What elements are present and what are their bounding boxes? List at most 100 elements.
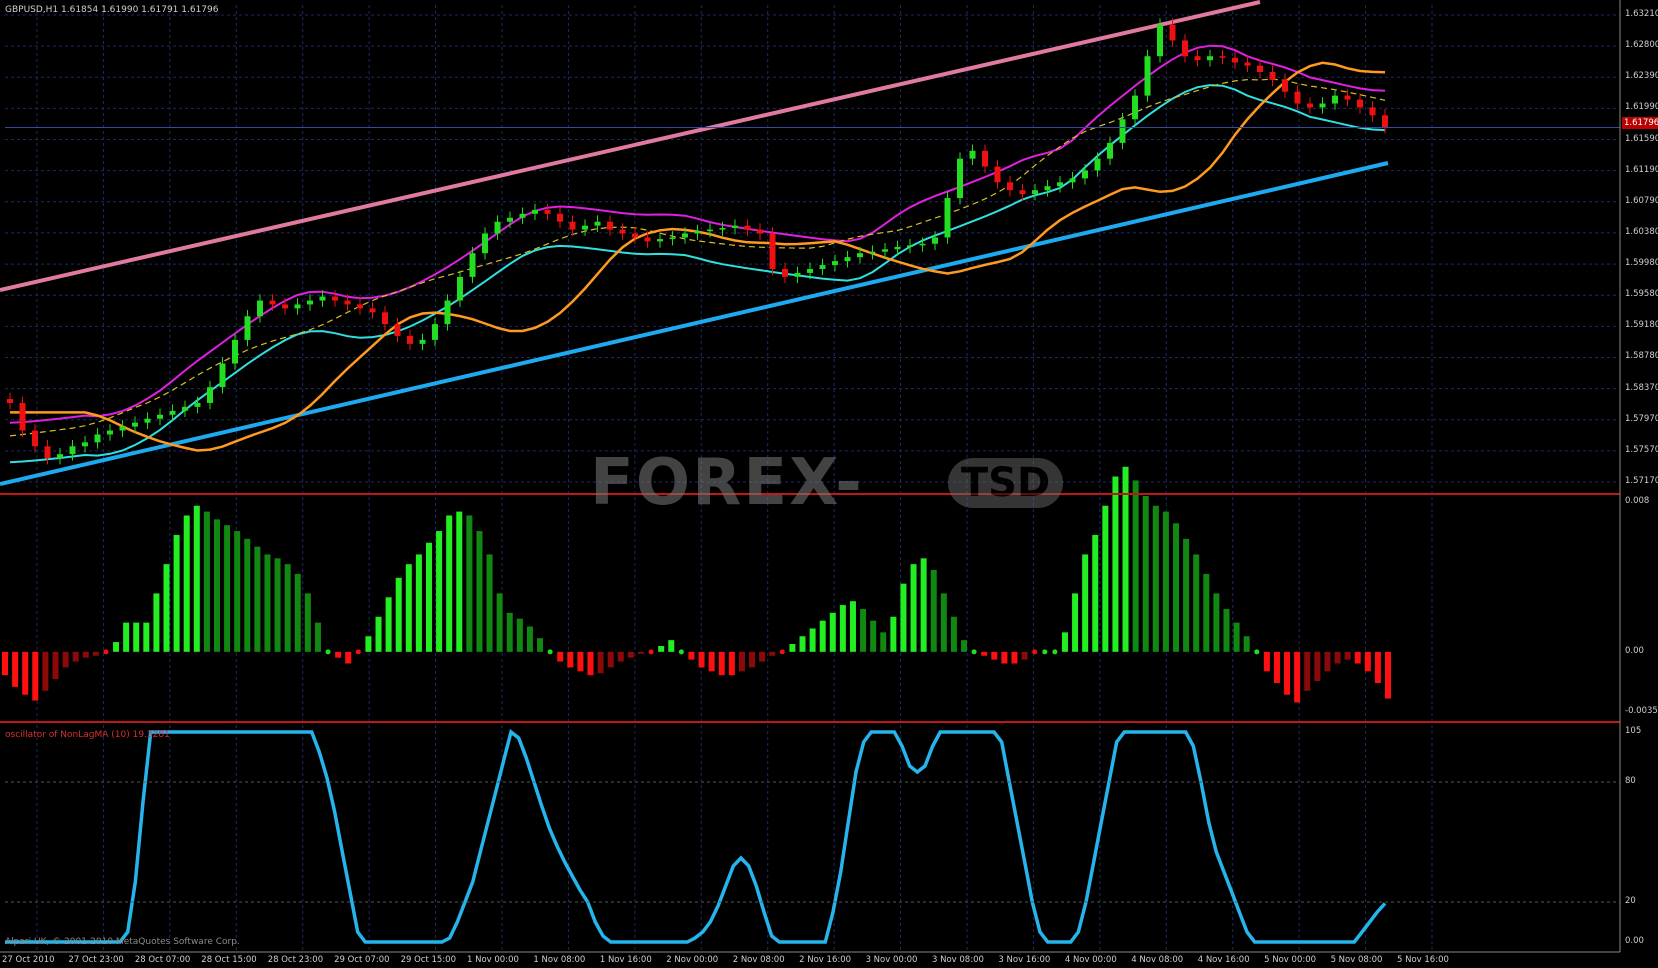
- candle-bull: [1157, 24, 1163, 57]
- candle-bull: [319, 296, 326, 301]
- hist-bar-negative: [698, 651, 705, 668]
- candle-bull: [857, 253, 863, 258]
- candle-bull: [794, 272, 801, 277]
- candle-bear: [382, 312, 388, 325]
- candle-bear: [394, 324, 401, 336]
- hist-bar-positive: [940, 593, 947, 652]
- support-trendline[interactable]: [0, 161, 1389, 486]
- candle-bull: [194, 402, 201, 407]
- price-axis-label: 1.59580: [1625, 289, 1658, 300]
- candle-bull: [932, 237, 938, 244]
- hist-bar-negative: [708, 651, 715, 672]
- price-axis-label: 1.61990: [1625, 102, 1658, 113]
- candle-bear: [982, 150, 988, 167]
- oscillator-pane: [5, 728, 1620, 944]
- candle-bull: [119, 426, 126, 431]
- candle-bear: [1194, 56, 1201, 61]
- candle-bear: [32, 430, 38, 447]
- candle-bull: [719, 228, 726, 230]
- hist-bar-negative: [759, 651, 766, 662]
- candle-bear: [1269, 71, 1276, 80]
- hist-bar-positive: [930, 570, 937, 652]
- hist-bar-negative: [1385, 651, 1391, 699]
- candle-bear: [1219, 56, 1226, 58]
- candle-bull: [132, 422, 138, 427]
- candle-bull: [1044, 186, 1051, 191]
- candle-bull: [957, 158, 963, 199]
- hist-bar-positive: [1061, 632, 1068, 652]
- hist-bar-positive: [294, 573, 301, 652]
- hist-bar-positive: [789, 644, 796, 652]
- price-axis-label: 1.61190: [1625, 164, 1658, 175]
- candle-bull: [232, 339, 238, 364]
- hist-bar-positive: [385, 597, 392, 652]
- candle-bear: [1244, 62, 1251, 66]
- hist-zero-dot: [678, 649, 684, 655]
- candle-bull: [944, 198, 951, 238]
- hist-bar-positive: [123, 622, 130, 652]
- candle-bull: [432, 324, 438, 340]
- hist-bar-negative: [607, 651, 614, 668]
- candle-bull: [869, 251, 876, 254]
- hist-bar-positive: [1183, 538, 1190, 652]
- time-axis-label: 3 Nov 00:00: [865, 955, 918, 965]
- hist-bar-positive: [133, 622, 140, 652]
- hist-bar-negative: [1294, 651, 1301, 703]
- hist-bar-negative: [627, 651, 634, 658]
- hist-bar-positive: [163, 564, 170, 652]
- hist-bar-negative: [1374, 651, 1381, 683]
- candle-bull: [419, 339, 426, 344]
- candle-bear: [782, 268, 788, 277]
- candle-bull: [94, 434, 101, 443]
- candle-bull: [919, 243, 926, 246]
- watermark-logo: FOREX-: [590, 446, 864, 520]
- hist-bar-positive: [506, 612, 513, 652]
- candle-bull: [657, 239, 663, 242]
- hist-bar-positive: [1223, 608, 1230, 652]
- candle-bull: [482, 233, 488, 254]
- hist-bar-negative: [62, 651, 69, 668]
- hist-bar-positive: [405, 564, 412, 652]
- hist-bar-negative: [72, 651, 79, 662]
- hist-bar-positive: [173, 534, 180, 652]
- candle-bull: [1132, 95, 1138, 120]
- hist-bar-positive: [1193, 554, 1200, 652]
- channel-upper-trendline[interactable]: [0, 0, 1261, 292]
- hist-bar-positive: [365, 636, 372, 652]
- candle-bull: [532, 209, 538, 214]
- histogram-axis-label: 0.00: [1625, 645, 1644, 656]
- hist-zero-dot: [648, 649, 654, 655]
- candle-bull: [307, 300, 313, 305]
- candle-bull: [732, 225, 738, 229]
- hist-zero-dot: [1254, 649, 1260, 655]
- candle-bear: [332, 296, 338, 301]
- hist-bar-positive: [1243, 636, 1250, 652]
- histogram-axis-label: -0.0035: [1625, 706, 1658, 716]
- time-axis-label: 28 Oct 15:00: [201, 955, 257, 965]
- candle-bull: [682, 233, 688, 238]
- time-axis-label: 27 Oct 23:00: [68, 955, 124, 965]
- hist-zero-dot: [103, 649, 109, 655]
- candle-bull: [207, 387, 213, 403]
- candle-bull: [832, 261, 838, 266]
- candle-bear: [607, 221, 613, 230]
- candle-bear: [1357, 99, 1363, 108]
- candle-bull: [1207, 56, 1213, 61]
- hist-bar-positive: [415, 554, 422, 652]
- hist-bar-negative: [597, 651, 604, 674]
- hist-zero-dot: [1032, 649, 1038, 655]
- hist-bar-negative: [577, 651, 584, 672]
- hist-bar-positive: [1082, 554, 1089, 652]
- time-axis-label: 5 Nov 00:00: [1264, 955, 1317, 965]
- hist-bar-negative: [738, 651, 745, 672]
- hist-bar-positive: [849, 601, 856, 652]
- hist-bar-positive: [1142, 496, 1149, 652]
- hist-bar-positive: [950, 616, 957, 652]
- candle-bear: [7, 399, 13, 403]
- hist-bar-negative: [92, 651, 99, 656]
- price-axis-label: 1.59180: [1625, 320, 1658, 331]
- time-axis-label: 3 Nov 08:00: [932, 955, 984, 965]
- lower-band-line: [9, 84, 1386, 464]
- histogram-axis-label: 0.008: [1625, 496, 1650, 506]
- candle-bull: [1082, 170, 1088, 179]
